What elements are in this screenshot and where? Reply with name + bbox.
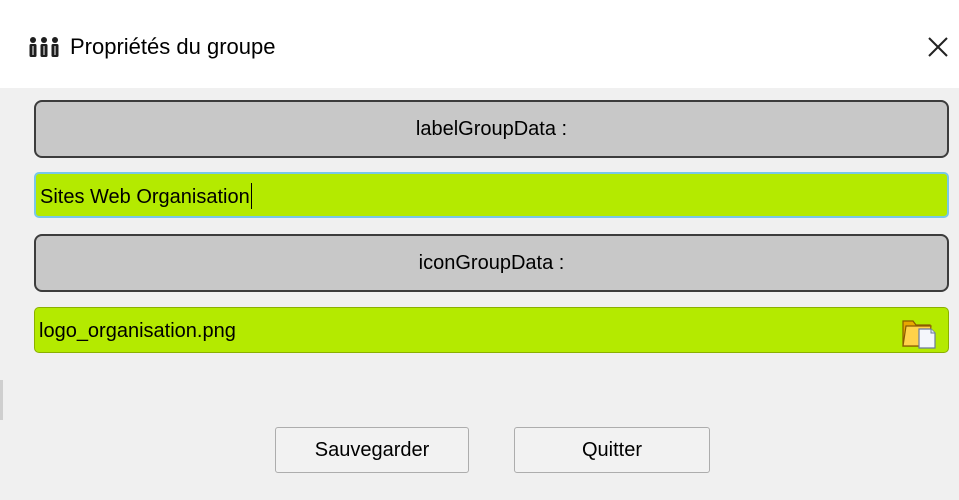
dialog-title: Propriétés du groupe (70, 34, 276, 59)
icon-group-data-label: iconGroupData : (34, 234, 949, 292)
close-icon[interactable] (920, 30, 956, 66)
group-name-input[interactable]: Sites Web Organisation (34, 172, 949, 218)
group-people-icon (28, 36, 60, 58)
window-edge-divider (0, 380, 3, 420)
icon-file-input[interactable]: logo_organisation.png (34, 307, 949, 353)
text-caret (250, 182, 253, 209)
group-properties-dialog: Propriétés du groupe labelGroupData : Si… (0, 0, 959, 500)
icon-file-value: logo_organisation.png (39, 320, 236, 342)
quit-button[interactable]: Quitter (514, 427, 710, 473)
label-group-data: labelGroupData : (34, 100, 949, 158)
folder-browse-icon[interactable] (900, 313, 938, 349)
title-bar: Propriétés du groupe (0, 0, 959, 88)
save-button[interactable]: Sauvegarder (275, 427, 469, 473)
group-name-value: Sites Web Organisation (40, 186, 250, 208)
